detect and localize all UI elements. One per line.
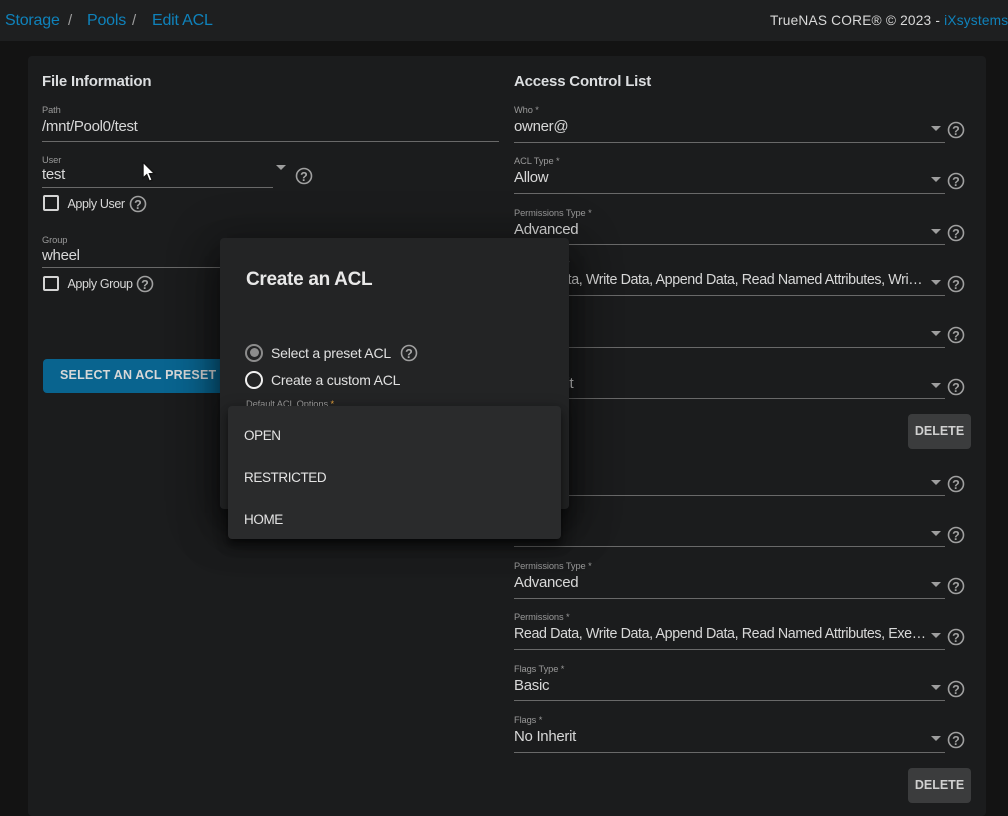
svg-text:?: ?	[952, 380, 960, 394]
svg-text:?: ?	[141, 278, 149, 292]
svg-text:?: ?	[952, 124, 960, 138]
svg-text:?: ?	[952, 329, 960, 343]
svg-text:?: ?	[952, 682, 960, 696]
svg-text:?: ?	[952, 278, 960, 292]
svg-text:?: ?	[952, 734, 960, 748]
svg-text:?: ?	[952, 477, 960, 491]
svg-text:?: ?	[952, 580, 960, 594]
svg-text:?: ?	[952, 631, 960, 645]
svg-text:?: ?	[952, 226, 960, 240]
svg-text:?: ?	[952, 175, 960, 189]
svg-text:?: ?	[405, 346, 413, 360]
svg-text:?: ?	[134, 197, 142, 211]
svg-text:?: ?	[300, 169, 308, 183]
svg-text:?: ?	[952, 529, 960, 543]
